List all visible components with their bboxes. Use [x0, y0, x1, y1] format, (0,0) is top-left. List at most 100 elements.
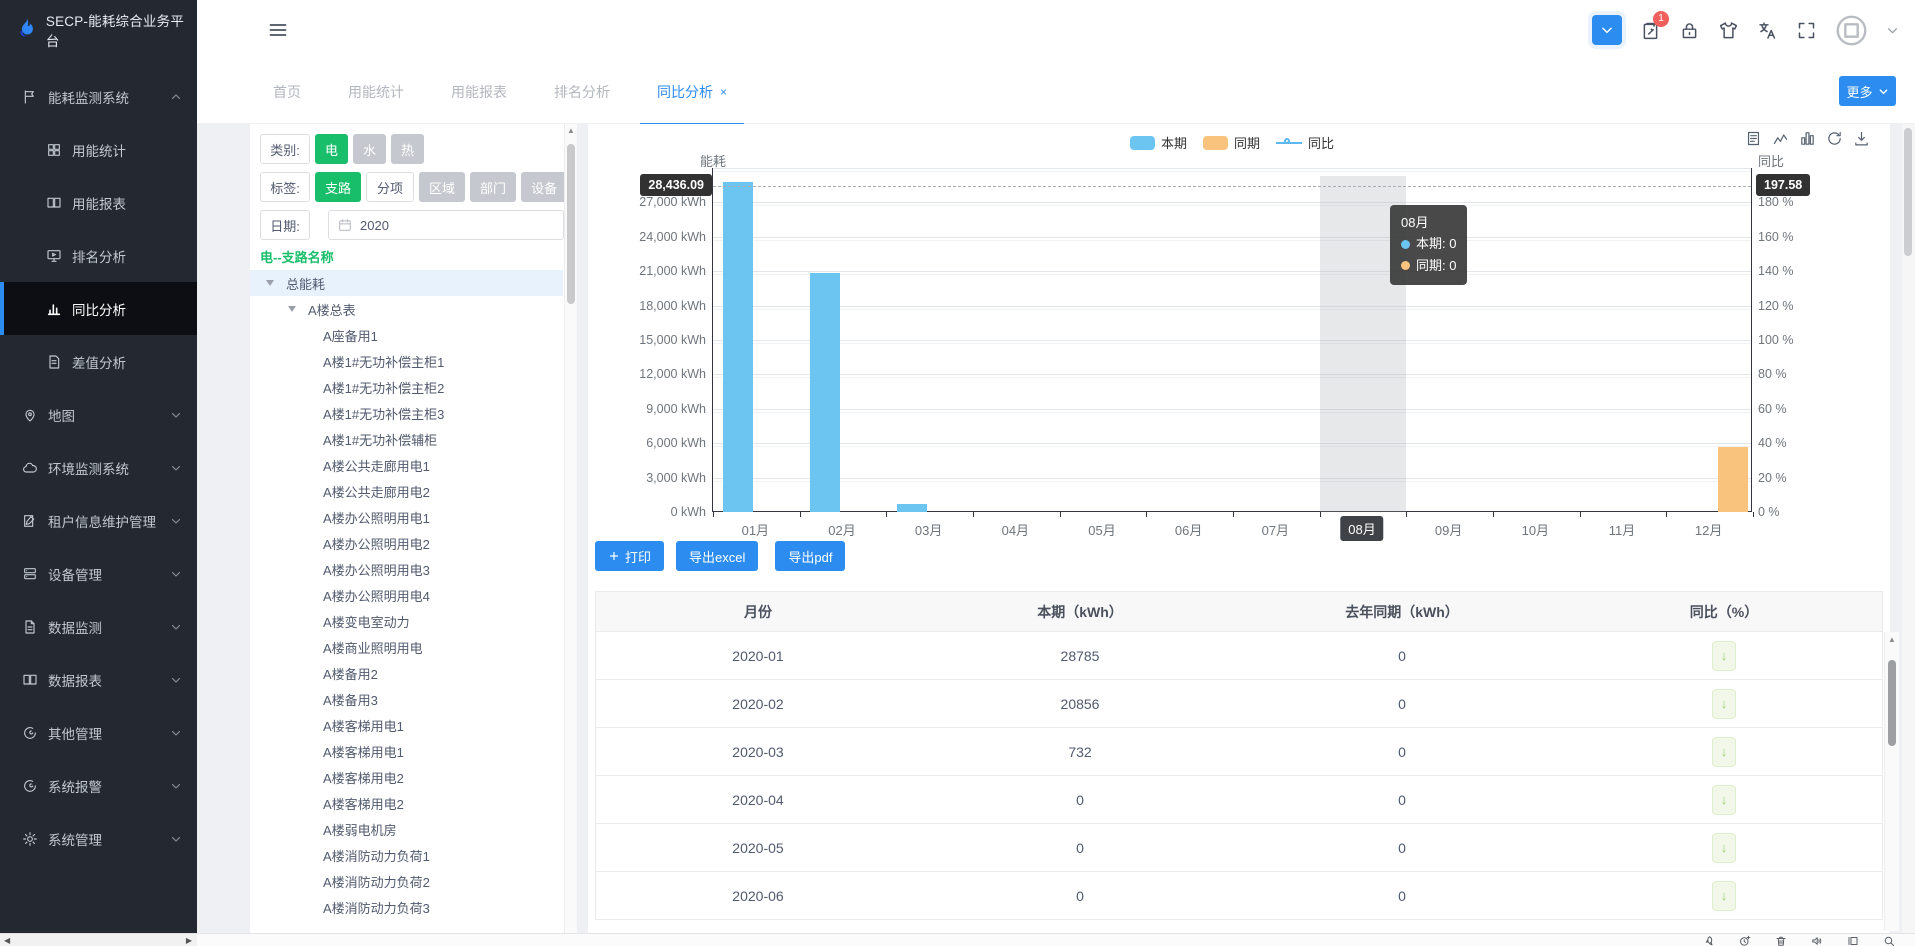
speaker-icon[interactable]: [1811, 935, 1823, 946]
x-axis-label[interactable]: 04月: [1002, 520, 1029, 539]
tab-排名分析[interactable]: 排名分析: [554, 60, 610, 124]
print-button[interactable]: 打印: [595, 541, 664, 571]
tree-node[interactable]: A楼公共走廊用电2: [250, 478, 563, 504]
lock-button[interactable]: [1679, 20, 1700, 41]
sidebar-item-数据监测[interactable]: 数据监测: [0, 600, 197, 653]
bar-chart-icon[interactable]: [1799, 130, 1816, 147]
sidebar-item-系统管理[interactable]: 系统管理: [0, 812, 197, 865]
more-button[interactable]: 更多: [1839, 76, 1896, 106]
year-date-input[interactable]: 2020: [328, 210, 564, 240]
download-icon[interactable]: [1853, 130, 1870, 147]
x-axis-label[interactable]: 07月: [1262, 520, 1289, 539]
tree-node[interactable]: A楼办公照明用电1: [250, 504, 563, 530]
scrollbar-thumb[interactable]: [1888, 660, 1896, 746]
quick-dropdown-button[interactable]: [1592, 15, 1622, 45]
x-axis-label-pointer[interactable]: 08月: [1340, 516, 1383, 541]
refresh-icon[interactable]: [1826, 130, 1843, 147]
tree-node[interactable]: A座备用1: [250, 322, 563, 348]
tree-node[interactable]: A楼总表: [250, 296, 563, 322]
language-button[interactable]: [1757, 20, 1778, 41]
scroll-right-icon[interactable]: ▶: [186, 935, 192, 946]
history-plus-icon[interactable]: [1739, 935, 1751, 946]
sidebar-item-环境监测系统[interactable]: 环境监测系统: [0, 441, 197, 494]
scrollbar-thumb[interactable]: [567, 144, 575, 304]
category-option-水[interactable]: 水: [353, 134, 386, 164]
x-axis-label[interactable]: 05月: [1088, 520, 1115, 539]
scroll-up-icon[interactable]: ▲: [1888, 635, 1896, 644]
line-chart-icon[interactable]: [1772, 130, 1789, 147]
tag-option-支路[interactable]: 支路: [315, 172, 361, 202]
sidebar-item-差值分析[interactable]: 差值分析: [0, 335, 197, 388]
trend-down-badge[interactable]: ↓: [1712, 881, 1736, 911]
trash-icon[interactable]: [1775, 935, 1787, 946]
sidebar-item-其他管理[interactable]: 其他管理: [0, 706, 197, 759]
tag-option-区域[interactable]: 区域: [419, 172, 465, 202]
sidebar-item-排名分析[interactable]: 排名分析: [0, 229, 197, 282]
sidebar-item-地图[interactable]: 地图: [0, 388, 197, 441]
tree-node[interactable]: A楼客梯用电1: [250, 712, 563, 738]
tag-option-部门[interactable]: 部门: [470, 172, 516, 202]
sidebar-item-系统报警[interactable]: 系统报警: [0, 759, 197, 812]
close-tab-icon[interactable]: ×: [720, 85, 727, 99]
scroll-up-icon[interactable]: ▲: [567, 126, 575, 135]
x-axis-label[interactable]: 12月: [1695, 520, 1722, 539]
sidebar-item-能耗监测系统[interactable]: 能耗监测系统: [0, 70, 197, 123]
search-icon[interactable]: [1883, 935, 1895, 946]
trend-down-badge[interactable]: ↓: [1712, 689, 1736, 719]
tree-node[interactable]: A楼变电室动力: [250, 608, 563, 634]
tree-node[interactable]: A楼1#无功补偿主柜2: [250, 374, 563, 400]
tree-node[interactable]: A楼1#无功补偿辅柜: [250, 426, 563, 452]
sidebar-item-用能报表[interactable]: 用能报表: [0, 176, 197, 229]
bar-同期-12月[interactable]: [1718, 447, 1748, 512]
scroll-left-icon[interactable]: ◀: [4, 935, 10, 946]
trend-down-badge[interactable]: ↓: [1712, 785, 1736, 815]
tree-node[interactable]: A楼弱电机房: [250, 816, 563, 842]
bar-本期-03月[interactable]: [897, 504, 927, 512]
category-option-电[interactable]: 电: [315, 134, 348, 164]
data-view-icon[interactable]: [1745, 130, 1762, 147]
fullscreen-button[interactable]: [1796, 20, 1817, 41]
tab-用能报表[interactable]: 用能报表: [451, 60, 507, 124]
scrollbar-thumb[interactable]: [1904, 128, 1912, 256]
tab-用能统计[interactable]: 用能统计: [348, 60, 404, 124]
sidebar-item-租户信息维护管理[interactable]: 租户信息维护管理: [0, 494, 197, 547]
tree-node[interactable]: A楼商业照明用电: [250, 634, 563, 660]
export-excel-button[interactable]: 导出excel: [676, 541, 758, 571]
legend-item-本期[interactable]: 本期: [1130, 133, 1187, 152]
tab-首页[interactable]: 首页: [273, 60, 301, 124]
user-menu-chevron[interactable]: [1886, 24, 1899, 37]
sidebar-item-数据报表[interactable]: 数据报表: [0, 653, 197, 706]
x-axis-label[interactable]: 09月: [1435, 520, 1462, 539]
rocket-icon[interactable]: [1703, 935, 1715, 946]
tree-node[interactable]: A楼消防动力负荷3: [250, 894, 563, 920]
trend-down-badge[interactable]: ↓: [1712, 641, 1736, 671]
tree-node[interactable]: A楼客梯用电1: [250, 738, 563, 764]
tree-scrollbar[interactable]: ▲: [564, 124, 577, 933]
x-axis-label[interactable]: 11月: [1609, 520, 1636, 539]
bar-本期-02月[interactable]: [810, 273, 840, 512]
table-scrollbar[interactable]: ▲: [1884, 632, 1899, 931]
tree-node[interactable]: A楼消防动力负荷1: [250, 842, 563, 868]
avatar[interactable]: [1835, 14, 1868, 47]
x-axis-label[interactable]: 03月: [915, 520, 942, 539]
hamburger-menu-icon[interactable]: [268, 20, 288, 40]
tag-option-分项[interactable]: 分项: [366, 172, 414, 202]
tree-node[interactable]: A楼公共走廊用电1: [250, 452, 563, 478]
sidebar-horizontal-scrollbar[interactable]: ◀ ▶: [0, 933, 197, 946]
tree-node[interactable]: A楼客梯用电2: [250, 790, 563, 816]
tree-node[interactable]: A楼办公照明用电3: [250, 556, 563, 582]
tree-node[interactable]: A楼备用2: [250, 660, 563, 686]
layout-icon[interactable]: [1847, 935, 1859, 946]
tree-node[interactable]: 总能耗: [250, 270, 563, 296]
trend-down-badge[interactable]: ↓: [1712, 833, 1736, 863]
sidebar-item-用能统计[interactable]: 用能统计: [0, 123, 197, 176]
tree-node[interactable]: A楼客梯用电2: [250, 764, 563, 790]
chart-plot-area[interactable]: [712, 168, 1752, 512]
x-axis-label[interactable]: 02月: [828, 520, 855, 539]
tree-node[interactable]: A楼1#无功补偿主柜1: [250, 348, 563, 374]
window-scrollbar[interactable]: [1902, 124, 1915, 933]
sidebar-item-设备管理[interactable]: 设备管理: [0, 547, 197, 600]
theme-button[interactable]: [1718, 20, 1739, 41]
x-axis-label[interactable]: 10月: [1522, 520, 1549, 539]
tree-node[interactable]: A楼1#无功补偿主柜3: [250, 400, 563, 426]
